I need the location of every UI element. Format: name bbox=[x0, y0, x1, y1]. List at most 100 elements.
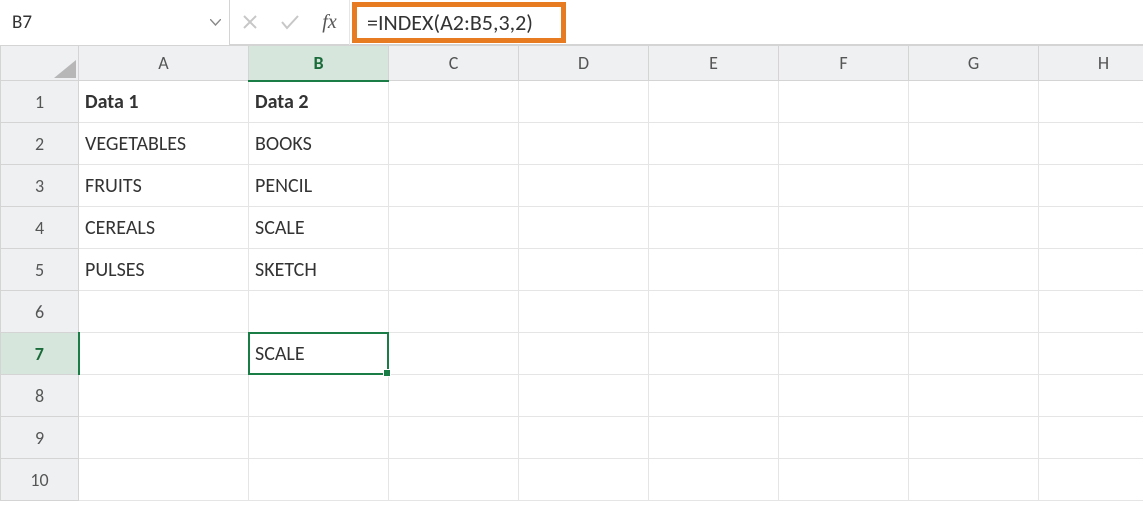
cell-E7[interactable] bbox=[649, 333, 779, 375]
column-header-D[interactable]: D bbox=[519, 46, 649, 81]
cell-F4[interactable] bbox=[779, 207, 909, 249]
cell-C6[interactable] bbox=[389, 291, 519, 333]
cell-D5[interactable] bbox=[519, 249, 649, 291]
cell-B3[interactable]: PENCIL bbox=[249, 165, 389, 207]
fx-button[interactable]: fx bbox=[310, 0, 350, 45]
row-header-3[interactable]: 3 bbox=[1, 165, 79, 207]
cell-F10[interactable] bbox=[779, 459, 909, 501]
cell-H2[interactable] bbox=[1039, 123, 1143, 165]
cell-B2[interactable]: BOOKS bbox=[249, 123, 389, 165]
cell-D10[interactable] bbox=[519, 459, 649, 501]
cell-G8[interactable] bbox=[909, 375, 1039, 417]
cell-G3[interactable] bbox=[909, 165, 1039, 207]
row-header-8[interactable]: 8 bbox=[1, 375, 79, 417]
cell-F5[interactable] bbox=[779, 249, 909, 291]
cell-G6[interactable] bbox=[909, 291, 1039, 333]
column-header-H[interactable]: H bbox=[1039, 46, 1143, 81]
cell-B4[interactable]: SCALE bbox=[249, 207, 389, 249]
cell-H4[interactable] bbox=[1039, 207, 1143, 249]
enter-formula-button[interactable] bbox=[270, 0, 310, 45]
cell-A1[interactable]: Data 1 bbox=[79, 81, 249, 123]
cell-D9[interactable] bbox=[519, 417, 649, 459]
cell-F6[interactable] bbox=[779, 291, 909, 333]
column-header-E[interactable]: E bbox=[649, 46, 779, 81]
cell-F9[interactable] bbox=[779, 417, 909, 459]
cell-F2[interactable] bbox=[779, 123, 909, 165]
chevron-down-icon[interactable] bbox=[210, 15, 221, 30]
cell-B9[interactable] bbox=[249, 417, 389, 459]
column-header-G[interactable]: G bbox=[909, 46, 1039, 81]
cell-H1[interactable] bbox=[1039, 81, 1143, 123]
cell-F3[interactable] bbox=[779, 165, 909, 207]
cell-D6[interactable] bbox=[519, 291, 649, 333]
cell-A5[interactable]: PULSES bbox=[79, 249, 249, 291]
cell-C1[interactable] bbox=[389, 81, 519, 123]
column-header-C[interactable]: C bbox=[389, 46, 519, 81]
select-all-corner[interactable] bbox=[1, 46, 79, 81]
cell-D7[interactable] bbox=[519, 333, 649, 375]
cell-A7[interactable] bbox=[79, 333, 249, 375]
spreadsheet-grid[interactable]: ABCDEFGH 1Data 1Data 2 2VEGETABLESBOOKS 3F… bbox=[0, 45, 1143, 501]
row-header-10[interactable]: 10 bbox=[1, 459, 79, 501]
cell-G4[interactable] bbox=[909, 207, 1039, 249]
cell-C10[interactable] bbox=[389, 459, 519, 501]
cell-C5[interactable] bbox=[389, 249, 519, 291]
cell-C3[interactable] bbox=[389, 165, 519, 207]
cell-B8[interactable] bbox=[249, 375, 389, 417]
row-header-6[interactable]: 6 bbox=[1, 291, 79, 333]
cancel-formula-button[interactable] bbox=[230, 0, 270, 45]
cell-F8[interactable] bbox=[779, 375, 909, 417]
cell-D8[interactable] bbox=[519, 375, 649, 417]
row-header-4[interactable]: 4 bbox=[1, 207, 79, 249]
formula-input[interactable]: =INDEX(A2:B5,3,2) =INDEX(A2:B5,3,2) bbox=[350, 0, 1143, 45]
cell-G7[interactable] bbox=[909, 333, 1039, 375]
cell-E8[interactable] bbox=[649, 375, 779, 417]
row-header-1[interactable]: 1 bbox=[1, 81, 79, 123]
cell-C8[interactable] bbox=[389, 375, 519, 417]
cell-G2[interactable] bbox=[909, 123, 1039, 165]
cell-D1[interactable] bbox=[519, 81, 649, 123]
cell-E6[interactable] bbox=[649, 291, 779, 333]
cell-E10[interactable] bbox=[649, 459, 779, 501]
cell-H10[interactable] bbox=[1039, 459, 1143, 501]
cell-E4[interactable] bbox=[649, 207, 779, 249]
cell-C7[interactable] bbox=[389, 333, 519, 375]
cell-A3[interactable]: FRUITS bbox=[79, 165, 249, 207]
cell-E5[interactable] bbox=[649, 249, 779, 291]
cell-F7[interactable] bbox=[779, 333, 909, 375]
row-header-5[interactable]: 5 bbox=[1, 249, 79, 291]
cell-G1[interactable] bbox=[909, 81, 1039, 123]
column-header-B[interactable]: B bbox=[249, 46, 389, 81]
column-header-A[interactable]: A bbox=[79, 46, 249, 81]
cell-B10[interactable] bbox=[249, 459, 389, 501]
cell-A2[interactable]: VEGETABLES bbox=[79, 123, 249, 165]
cell-A8[interactable] bbox=[79, 375, 249, 417]
cell-E1[interactable] bbox=[649, 81, 779, 123]
cell-D3[interactable] bbox=[519, 165, 649, 207]
cell-A6[interactable] bbox=[79, 291, 249, 333]
cell-B7[interactable]: SCALE bbox=[249, 333, 389, 375]
cell-C4[interactable] bbox=[389, 207, 519, 249]
cell-D4[interactable] bbox=[519, 207, 649, 249]
name-box[interactable]: B7 bbox=[0, 0, 230, 45]
cell-G9[interactable] bbox=[909, 417, 1039, 459]
cell-B1[interactable]: Data 2 bbox=[249, 81, 389, 123]
row-header-2[interactable]: 2 bbox=[1, 123, 79, 165]
cell-A9[interactable] bbox=[79, 417, 249, 459]
cell-D2[interactable] bbox=[519, 123, 649, 165]
cell-B6[interactable] bbox=[249, 291, 389, 333]
cell-E3[interactable] bbox=[649, 165, 779, 207]
cell-A10[interactable] bbox=[79, 459, 249, 501]
cell-B5[interactable]: SKETCH bbox=[249, 249, 389, 291]
column-header-F[interactable]: F bbox=[779, 46, 909, 81]
row-header-7[interactable]: 7 bbox=[1, 333, 79, 375]
cell-E2[interactable] bbox=[649, 123, 779, 165]
cell-H7[interactable] bbox=[1039, 333, 1143, 375]
cell-G10[interactable] bbox=[909, 459, 1039, 501]
cell-H6[interactable] bbox=[1039, 291, 1143, 333]
cell-H8[interactable] bbox=[1039, 375, 1143, 417]
cell-C9[interactable] bbox=[389, 417, 519, 459]
cell-C2[interactable] bbox=[389, 123, 519, 165]
row-header-9[interactable]: 9 bbox=[1, 417, 79, 459]
cell-H5[interactable] bbox=[1039, 249, 1143, 291]
